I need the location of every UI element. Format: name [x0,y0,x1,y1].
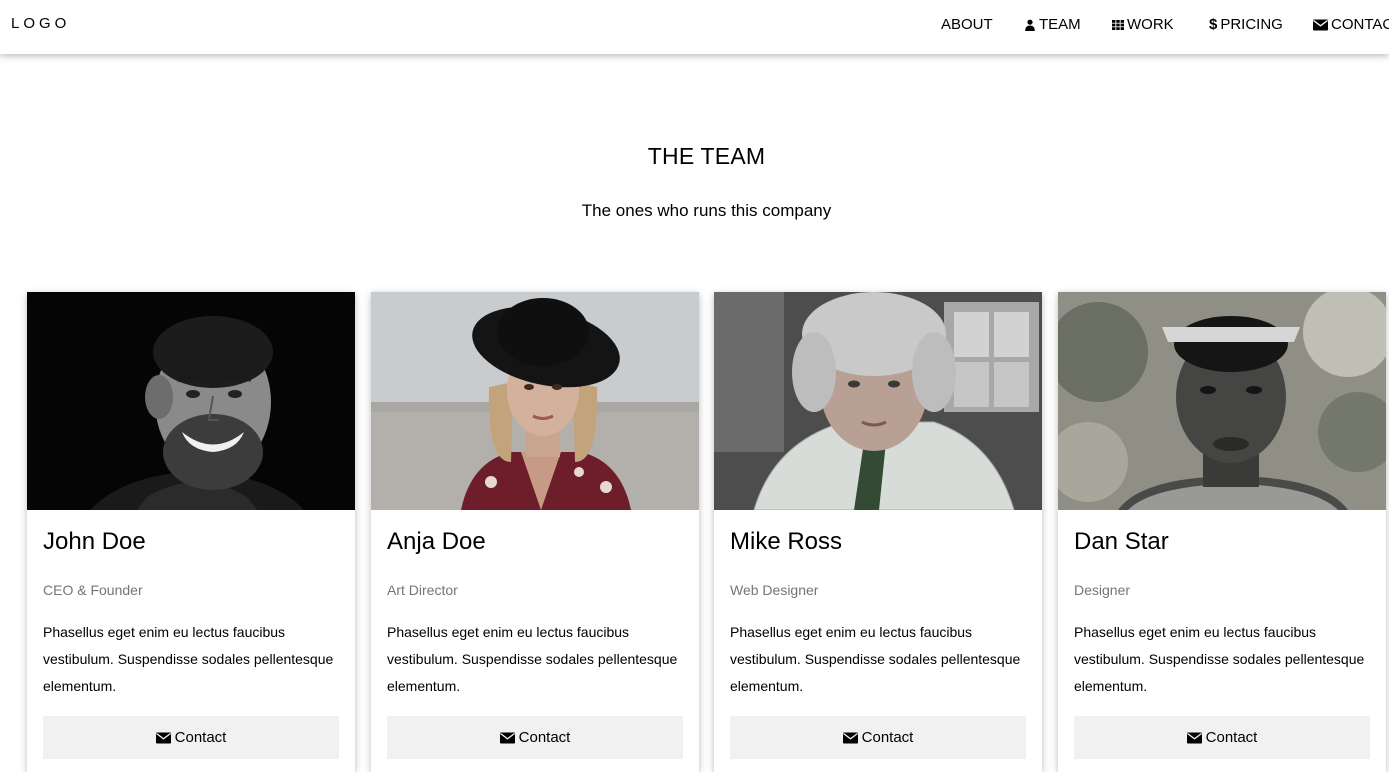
nav-item-label: WORK [1127,16,1174,33]
nav-links: ABOUT TEAM WORK $ PRICING CONTACT [0,16,1389,36]
envelope-icon [842,732,858,743]
nav-item-pricing[interactable]: $ PRICING [1209,16,1283,33]
section-title: THE TEAM [647,143,766,169]
member-description: Phasellus eget enim eu lectus faucibus v… [387,624,678,694]
nav-item-team[interactable]: TEAM [1024,16,1081,33]
nav-item-label: CONTACT [1331,16,1389,33]
contact-button-label: Contact [1205,729,1258,746]
member-name: John Doe [43,528,146,555]
member-role: Art Director [387,582,458,598]
contact-button[interactable]: Contact [1074,716,1370,759]
team-photo-anja-doe [371,292,699,510]
nav-item-label: ABOUT [941,16,993,33]
contact-button[interactable]: Contact [730,716,1026,759]
top-navbar: LOGO ABOUT TEAM WORK $ PRICING CONTACT [0,0,1389,54]
member-role: CEO & Founder [43,582,143,598]
member-name: Anja Doe [387,528,486,555]
team-card-anja-doe: Anja Doe Art Director Phasellus eget eni… [371,292,699,772]
contact-button-label: Contact [518,729,571,746]
user-icon [1025,19,1035,31]
nav-item-contact[interactable]: CONTACT [1313,16,1389,33]
envelope-icon [155,732,171,743]
team-photo-dan-star [1058,292,1386,510]
nav-item-about[interactable]: ABOUT [941,16,993,33]
member-name: Mike Ross [730,528,843,555]
envelope-icon [1313,19,1328,30]
nav-item-label: PRICING [1220,16,1283,33]
member-description: Phasellus eget enim eu lectus faucibus v… [730,624,1021,694]
contact-button-label: Contact [861,729,914,746]
member-description: Phasellus eget enim eu lectus faucibus v… [43,624,334,694]
envelope-icon [1186,732,1202,743]
team-photo-mike-ross [714,292,1042,510]
member-role: Web Designer [730,582,819,598]
member-description: Phasellus eget enim eu lectus faucibus v… [1074,624,1365,694]
contact-button-label: Contact [174,729,227,746]
team-card-dan-star: Dan Star Designer Phasellus eget enim eu… [1058,292,1386,772]
team-card-john-doe: John Doe CEO & Founder Phasellus eget en… [27,292,355,772]
team-card-mike-ross: Mike Ross Web Designer Phasellus eget en… [714,292,1042,772]
member-role: Designer [1074,582,1131,598]
nav-item-label: TEAM [1039,16,1081,33]
dollar-icon: $ [1209,16,1218,33]
contact-button[interactable]: Contact [43,716,339,759]
section-subtitle: The ones who runs this company [581,201,832,220]
grid-icon [1112,19,1124,30]
nav-item-work[interactable]: WORK [1112,16,1174,33]
member-name: Dan Star [1074,528,1169,555]
team-photo-john-doe [27,292,355,510]
envelope-icon [499,732,515,743]
contact-button[interactable]: Contact [387,716,683,759]
